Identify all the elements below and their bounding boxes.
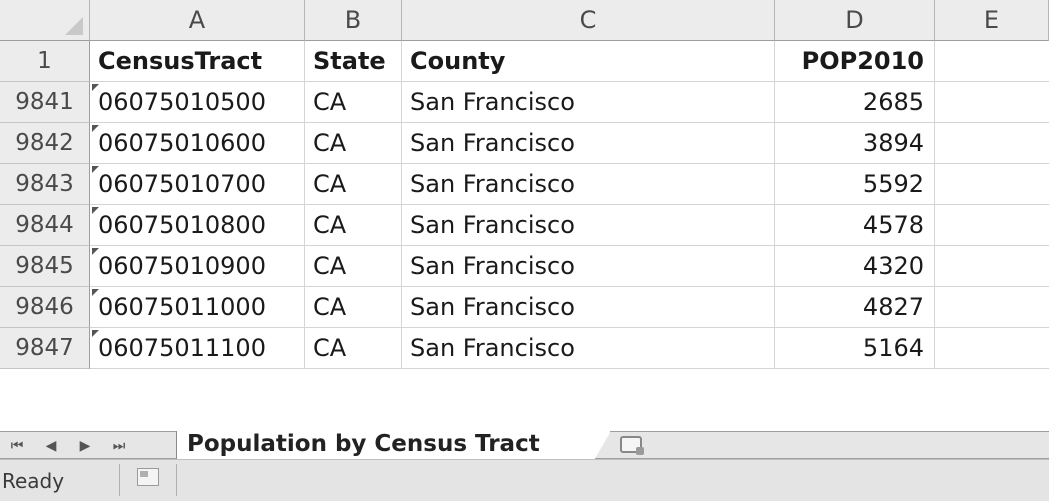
row-header[interactable]: 9847 [0,328,90,369]
status-separator [176,464,177,496]
cell-empty[interactable] [935,82,1049,123]
status-separator [119,464,120,496]
row-header[interactable]: 9843 [0,164,90,205]
table-row: 9842 06075010600 CA San Francisco 3894 [0,123,1049,164]
error-indicator-icon [92,248,99,255]
column-header-d[interactable]: D [775,0,935,41]
cell-state[interactable]: CA [305,246,402,287]
error-indicator-icon [92,289,99,296]
cell-county[interactable]: San Francisco [402,328,775,369]
table-row: 9845 06075010900 CA San Francisco 4320 [0,246,1049,287]
column-header-row: A B C D E [0,0,1049,41]
cell-text: 06075011100 [98,334,266,362]
insert-worksheet-icon [620,436,644,455]
cell-census-tract[interactable]: 06075011100 [90,328,305,369]
sheet-tab-bar: ⏮ ◀ ▶ ⏭ Population by Census Tract [0,431,1049,461]
cell-county[interactable]: San Francisco [402,246,775,287]
worksheet-grid[interactable]: A B C D E 1 CensusTract State County POP… [0,0,1049,431]
table-row: 9844 06075010800 CA San Francisco 4578 [0,205,1049,246]
cell-county[interactable]: San Francisco [402,164,775,205]
cell-text: 06075010600 [98,129,266,157]
cell-pop2010[interactable]: 4320 [775,246,935,287]
cell-state[interactable]: CA [305,287,402,328]
cell-e1[interactable] [935,41,1049,82]
cell-pop2010[interactable]: 5164 [775,328,935,369]
error-indicator-icon [92,84,99,91]
cell-state[interactable]: CA [305,328,402,369]
table-row: 9847 06075011100 CA San Francisco 5164 [0,328,1049,369]
sheet-tab-population[interactable]: Population by Census Tract [176,431,611,461]
column-header-c[interactable]: C [402,0,775,41]
error-indicator-icon [92,330,99,337]
insert-worksheet-button[interactable] [600,432,688,459]
cell-state[interactable]: CA [305,123,402,164]
table-row: 9841 06075010500 CA San Francisco 2685 [0,82,1049,123]
cell-census-tract[interactable]: 06075010900 [90,246,305,287]
cell-pop2010[interactable]: 2685 [775,82,935,123]
next-sheet-icon[interactable]: ▶ [72,434,98,458]
column-header-a[interactable]: A [90,0,305,41]
cell-county[interactable]: San Francisco [402,205,775,246]
cell-census-tract[interactable]: 06075010700 [90,164,305,205]
row-header[interactable]: 9842 [0,123,90,164]
cell-empty[interactable] [935,123,1049,164]
cell-text: 06075010500 [98,88,266,116]
table-header-row: 1 CensusTract State County POP2010 [0,41,1049,82]
cell-c1[interactable]: County [402,41,775,82]
cell-text: 06075010900 [98,252,266,280]
cell-text: 06075010800 [98,211,266,239]
cell-pop2010[interactable]: 5592 [775,164,935,205]
status-bar: Ready [0,459,1049,501]
cell-empty[interactable] [935,287,1049,328]
error-indicator-icon [92,166,99,173]
cell-empty[interactable] [935,328,1049,369]
row-header[interactable]: 9844 [0,205,90,246]
cell-pop2010[interactable]: 4578 [775,205,935,246]
error-indicator-icon [92,125,99,132]
table-row: 9843 06075010700 CA San Francisco 5592 [0,164,1049,205]
cell-pop2010[interactable]: 4827 [775,287,935,328]
last-sheet-icon[interactable]: ⏭ [106,434,132,458]
cell-census-tract[interactable]: 06075010800 [90,205,305,246]
record-macro-icon[interactable] [137,468,159,486]
cell-text: 06075010700 [98,170,266,198]
cell-b1[interactable]: State [305,41,402,82]
cell-census-tract[interactable]: 06075010500 [90,82,305,123]
cell-state[interactable]: CA [305,205,402,246]
row-header[interactable]: 9841 [0,82,90,123]
column-header-e[interactable]: E [935,0,1049,41]
first-sheet-icon[interactable]: ⏮ [4,434,30,458]
cell-a1[interactable]: CensusTract [90,41,305,82]
cell-county[interactable]: San Francisco [402,123,775,164]
row-header[interactable]: 1 [0,41,90,82]
cell-county[interactable]: San Francisco [402,82,775,123]
cell-empty[interactable] [935,246,1049,287]
status-ready: Ready [2,469,65,493]
cell-state[interactable]: CA [305,164,402,205]
select-all-corner[interactable] [0,0,90,41]
cell-d1[interactable]: POP2010 [775,41,935,82]
cell-census-tract[interactable]: 06075011000 [90,287,305,328]
cell-census-tract[interactable]: 06075010600 [90,123,305,164]
cell-text: 06075011000 [98,293,266,321]
cell-county[interactable]: San Francisco [402,287,775,328]
prev-sheet-icon[interactable]: ◀ [38,434,64,458]
cell-pop2010[interactable]: 3894 [775,123,935,164]
select-all-icon [65,17,83,35]
table-row: 9846 06075011000 CA San Francisco 4827 [0,287,1049,328]
row-header[interactable]: 9846 [0,287,90,328]
error-indicator-icon [92,207,99,214]
cell-state[interactable]: CA [305,82,402,123]
cell-empty[interactable] [935,164,1049,205]
column-header-b[interactable]: B [305,0,402,41]
cell-empty[interactable] [935,205,1049,246]
row-header[interactable]: 9845 [0,246,90,287]
